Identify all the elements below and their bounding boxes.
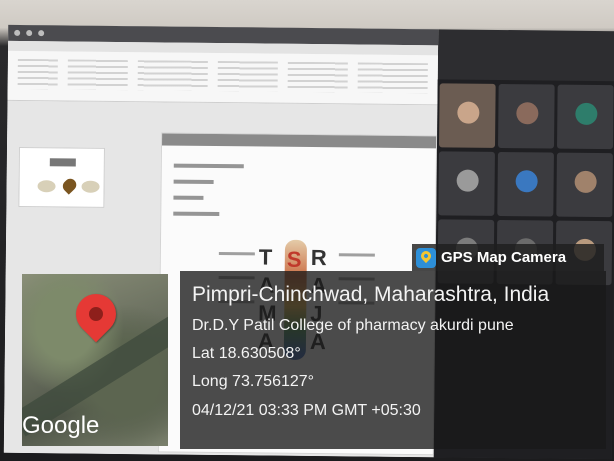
participant-tile[interactable] <box>497 151 554 217</box>
avatar <box>516 102 539 125</box>
latitude-value: Lat 18.630508° <box>192 345 301 362</box>
location-map: Google <box>22 274 168 446</box>
avatar <box>457 101 480 124</box>
longitude-value: Long 73.756127° <box>192 373 315 390</box>
slide-label-line <box>338 253 375 257</box>
ribbon-group[interactable] <box>67 59 128 91</box>
gps-camera-badge: GPS Map Camera <box>412 244 604 271</box>
participant-tile[interactable] <box>438 83 496 148</box>
avatar <box>575 102 598 126</box>
slide-letter: R <box>310 245 327 271</box>
slide-letter: T <box>258 244 273 270</box>
ribbon-group[interactable] <box>357 62 428 94</box>
window-control-icon[interactable] <box>38 30 45 37</box>
map-pin-icon <box>67 285 125 343</box>
avatar <box>574 170 597 193</box>
ribbon-group[interactable] <box>137 60 208 91</box>
ribbon-toolbar[interactable] <box>7 50 438 106</box>
slide-label-line <box>218 252 255 256</box>
participant-tile[interactable] <box>497 83 555 149</box>
slide-letter: S <box>286 246 302 272</box>
slide-text-line <box>173 211 220 217</box>
ribbon-group[interactable] <box>217 61 278 92</box>
slide-thumbnail[interactable] <box>18 146 105 208</box>
timestamp: 04/12/21 03:33 PM GMT +05:30 <box>192 402 421 419</box>
window-control-icon[interactable] <box>14 29 21 36</box>
ribbon-group[interactable] <box>17 58 58 90</box>
ribbon-group[interactable] <box>287 61 348 93</box>
participant-tile[interactable] <box>556 84 614 150</box>
slide-text-line <box>173 179 214 184</box>
heart-icon <box>60 176 79 195</box>
place-name: Dr.D.Y Patil College of pharmacy akurdi … <box>192 317 514 334</box>
gps-camera-app-name: GPS Map Camera <box>441 249 567 266</box>
location-title: Pimpri-Chinchwad, Maharashtra, India <box>192 283 550 306</box>
participant-tile[interactable] <box>556 152 613 218</box>
slide-text-line <box>173 195 204 200</box>
window-control-icon[interactable] <box>26 30 33 37</box>
avatar <box>515 170 538 193</box>
gps-info-card: Pimpri-Chinchwad, Maharashtra, India Dr.… <box>180 271 606 449</box>
map-provider-logo: Google <box>22 412 100 439</box>
slide-text-line <box>173 163 244 169</box>
slide-header-bar <box>162 133 437 149</box>
avatar <box>456 169 479 192</box>
gps-camera-logo-icon <box>416 247 436 268</box>
participant-tile[interactable] <box>438 151 495 216</box>
